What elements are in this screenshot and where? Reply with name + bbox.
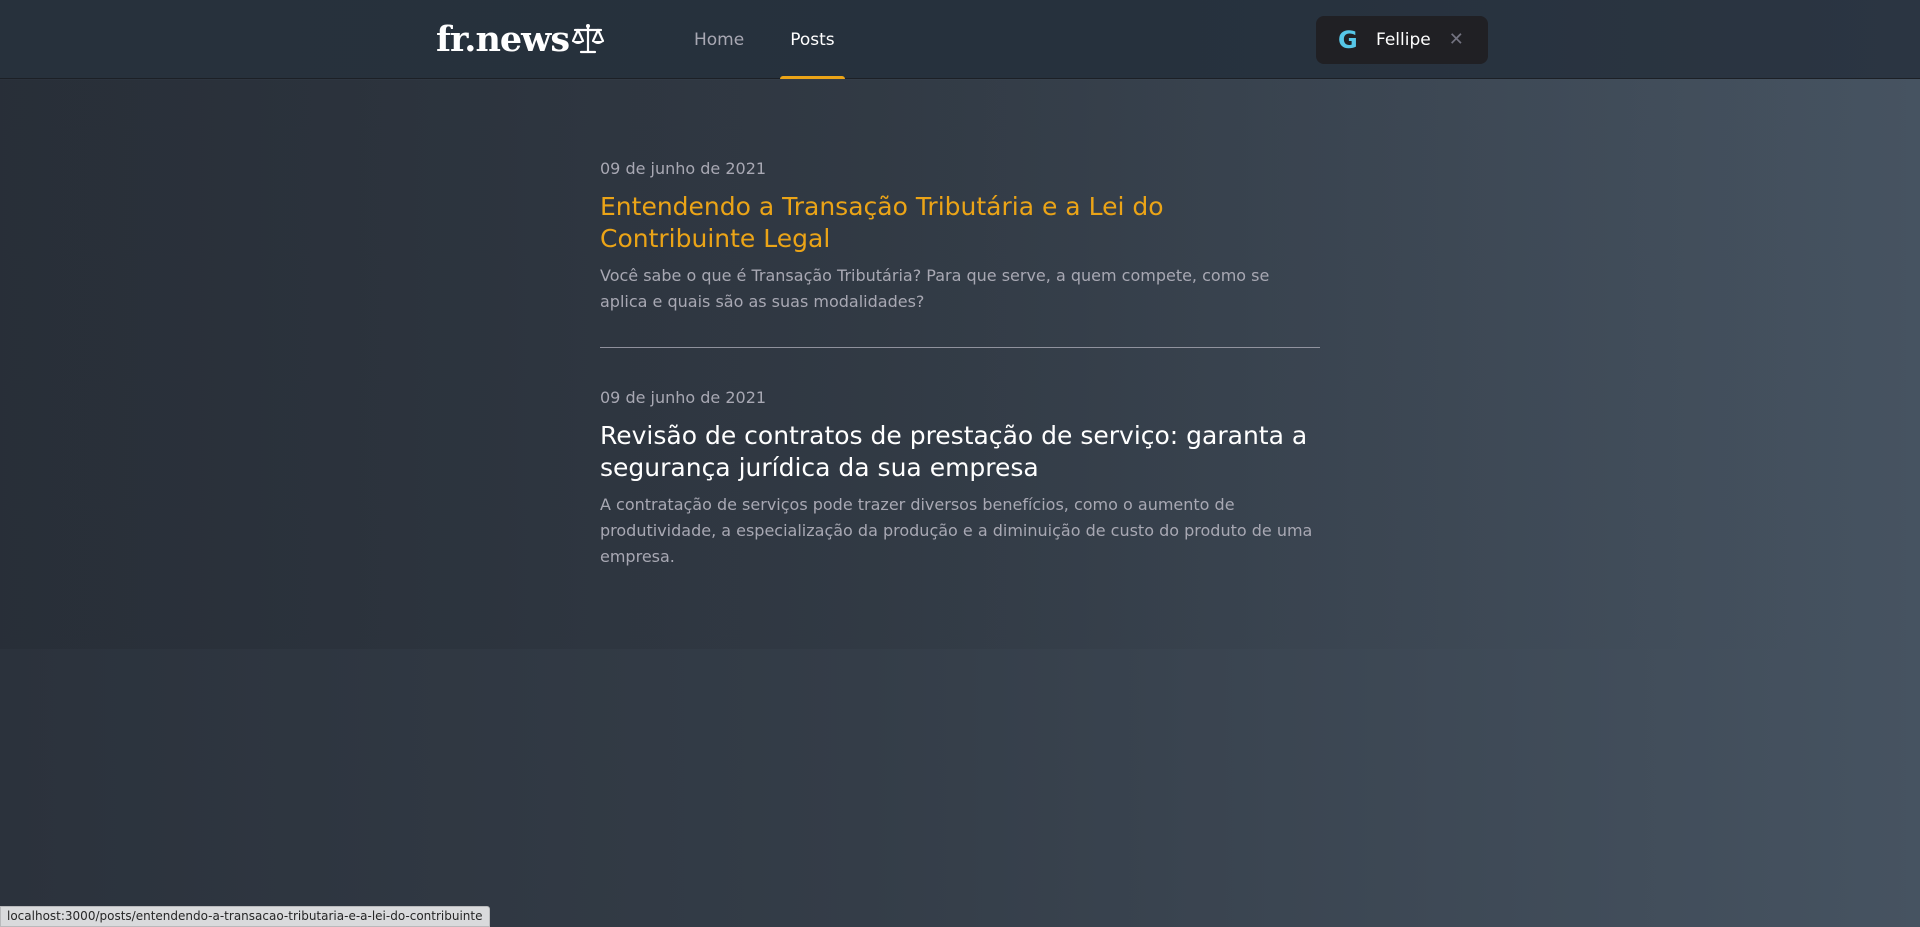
logo-text: fr.news — [436, 18, 570, 60]
post-divider — [600, 347, 1320, 348]
post-date: 09 de junho de 2021 — [600, 159, 767, 178]
scales-icon — [571, 24, 605, 54]
posts-list: 09 de junho de 2021 Entendendo a Transaç… — [600, 80, 1320, 570]
post-item[interactable]: 09 de junho de 2021 Revisão de contratos… — [600, 388, 1320, 570]
post-title[interactable]: Entendendo a Transação Tributária e a Le… — [600, 191, 1320, 255]
site-logo[interactable]: fr.news — [436, 20, 605, 58]
close-icon[interactable]: ✕ — [1449, 31, 1464, 49]
post-excerpt: Você sabe o que é Transação Tributária? … — [600, 266, 1270, 311]
nav-home-link[interactable]: Home — [684, 0, 754, 79]
post-item[interactable]: 09 de junho de 2021 Entendendo a Transaç… — [600, 159, 1320, 315]
post-title[interactable]: Revisão de contratos de prestação de ser… — [600, 420, 1320, 484]
post-date: 09 de junho de 2021 — [600, 388, 767, 407]
google-icon: G — [1338, 26, 1358, 54]
browser-status-bar: localhost:3000/posts/entendendo-a-transa… — [0, 906, 490, 927]
main-nav: Home Posts — [684, 0, 846, 79]
site-header: fr.news Home Posts G Fellipe ✕ — [0, 0, 1920, 79]
user-name: Fellipe — [1376, 30, 1431, 50]
post-excerpt: A contratação de serviços pode trazer di… — [600, 495, 1313, 566]
sign-in-button[interactable]: G Fellipe ✕ — [1316, 16, 1488, 64]
nav-posts-link[interactable]: Posts — [780, 0, 846, 79]
